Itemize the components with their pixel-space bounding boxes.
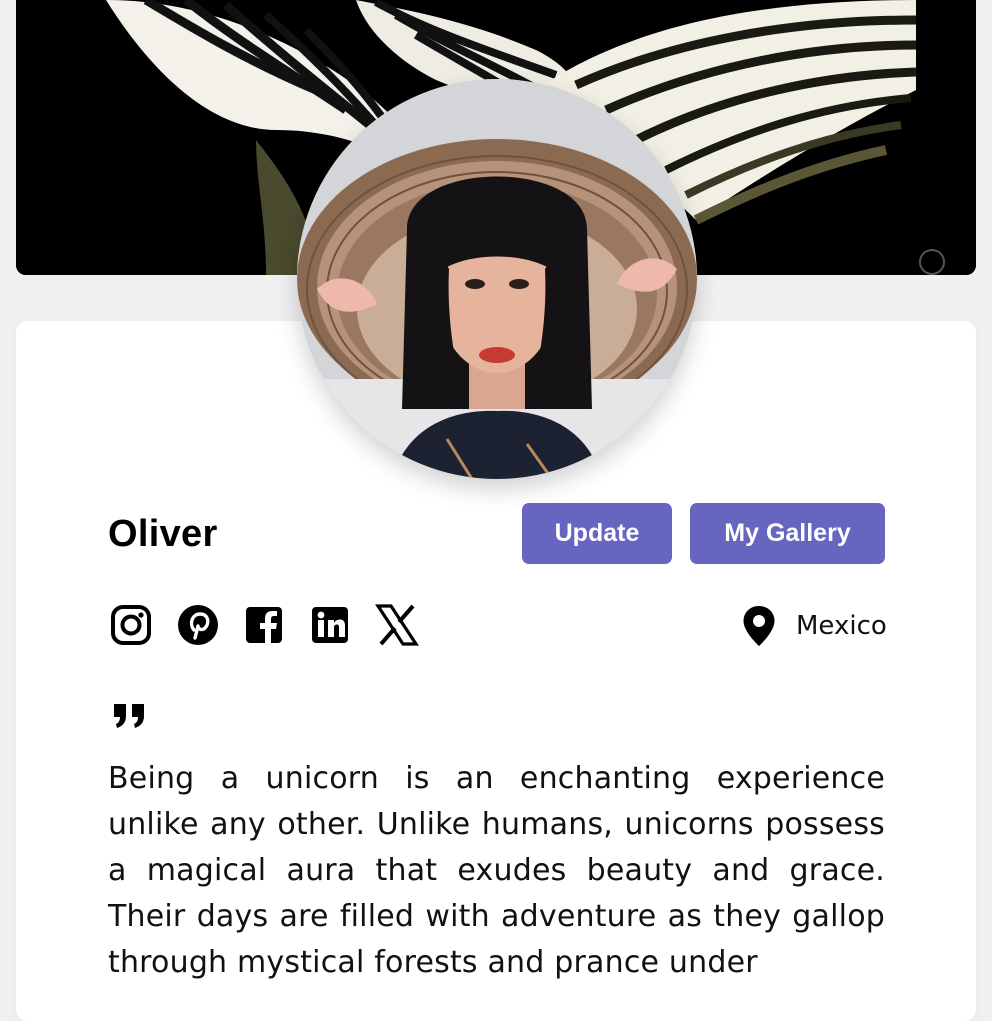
facebook-icon[interactable] [242,603,286,647]
quote-icon [112,702,148,734]
my-gallery-button[interactable]: My Gallery [690,503,885,564]
instagram-icon[interactable] [109,603,153,647]
profile-bio: Being a unicorn is an enchanting experie… [108,761,885,980]
avatar [297,79,697,479]
map-pin-icon [743,606,775,646]
location: Mexico [742,604,887,648]
update-button[interactable]: Update [522,503,672,564]
profile-name: Oliver [108,513,218,555]
pinterest-icon[interactable] [176,603,220,647]
x-icon[interactable] [375,603,419,647]
linkedin-icon[interactable] [308,603,352,647]
location-text: Mexico [796,611,887,641]
